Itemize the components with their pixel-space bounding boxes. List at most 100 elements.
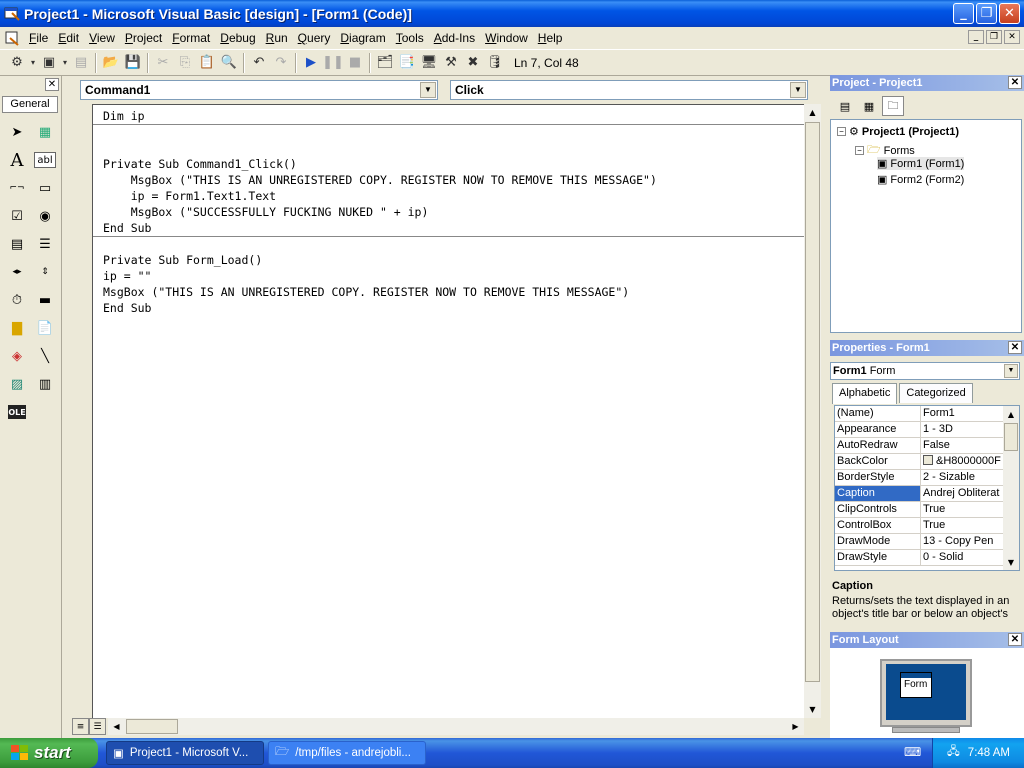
add-project-icon[interactable]: ⚙ [6,52,28,74]
dropdown-arrow-icon[interactable]: ▾ [28,52,38,74]
menu-file[interactable]: File [24,28,53,48]
data-view-icon[interactable]: 🛢 [484,52,506,74]
menu-diagram[interactable]: Diagram [335,28,390,48]
tab-categorized[interactable]: Categorized [899,383,973,403]
taskbar-item-files[interactable]: 🗁 /tmp/files - andrejobli... [268,741,426,765]
project-explorer-icon[interactable]: 🗂 [374,52,396,74]
commandbutton-icon[interactable]: ▭ [31,174,59,202]
chevron-down-icon[interactable]: ▼ [1004,364,1018,378]
paste-icon[interactable]: 📋 [196,52,218,74]
combobox-icon[interactable]: ▤ [3,230,31,258]
ole-icon[interactable]: OLE [8,405,26,419]
menu-editor-icon[interactable]: ▤ [70,52,92,74]
tree-node-project[interactable]: − ⚙ Project1 (Project1) [837,125,959,138]
property-row[interactable]: BackColor &H8000000F [835,454,1003,470]
toolbox-icon[interactable]: ✖ [462,52,484,74]
menu-window[interactable]: Window [480,28,533,48]
break-icon[interactable]: ❚❚ [322,52,344,74]
code-window-icon[interactable] [4,30,20,46]
scroll-up-icon[interactable]: ▲ [804,104,821,121]
end-icon[interactable]: ■ [344,52,366,74]
close-button[interactable]: ✕ [999,3,1020,24]
property-row[interactable]: ControlBox True [835,518,1003,534]
chevron-down-icon[interactable]: ▼ [790,82,806,98]
view-object-icon[interactable]: ▦ [858,96,880,116]
property-value[interactable]: 1 - 3D [921,422,1003,437]
optionbutton-icon[interactable]: ◉ [31,202,59,230]
start-button[interactable]: start [0,738,98,768]
scroll-down-icon[interactable]: ▼ [1003,554,1019,570]
chevron-down-icon[interactable]: ▼ [420,82,436,98]
keyboard-icon[interactable]: ⌨ [904,745,921,761]
line-icon[interactable]: ╲ [31,342,59,370]
scroll-thumb[interactable] [1004,423,1018,451]
listbox-icon[interactable]: ☰ [31,230,59,258]
vb-app-icon[interactable] [4,6,20,22]
code-horizontal-scrollbar[interactable]: ◀ ▶ [108,718,804,735]
property-value[interactable]: False [921,438,1003,453]
form-layout-icon[interactable]: 🖥 [418,52,440,74]
frame-icon[interactable]: ⌐¬ [3,174,31,202]
menu-debug[interactable]: Debug [215,28,260,48]
collapse-icon[interactable]: − [855,146,864,155]
procedure-view-icon[interactable]: ≡ [72,718,89,735]
form-layout-close-button[interactable]: ✕ [1008,633,1022,646]
properties-scrollbar[interactable]: ▲ ▼ [1003,406,1019,570]
toolbox-close-button[interactable]: ✕ [45,78,59,91]
property-value[interactable]: 0 - Solid [921,550,1003,565]
mdi-close-button[interactable]: ✕ [1004,30,1020,44]
drivelistbox-icon[interactable]: ▬ [31,286,59,314]
menu-tools[interactable]: Tools [391,28,429,48]
property-value[interactable]: True [921,518,1003,533]
clock[interactable]: 7:48 AM [968,747,1010,759]
procedure-combo[interactable]: Click ▼ [450,80,808,100]
code-editor[interactable]: Dim ip Private Sub Command1_Click() MsgB… [92,104,804,718]
toggle-folders-icon[interactable]: 🗀 [882,96,904,116]
menu-add-ins[interactable]: Add-Ins [429,28,480,48]
properties-object-combo[interactable]: Form1 Form ▼ [830,362,1020,380]
pointer-icon[interactable]: ➤ [3,118,31,146]
tree-node-form1[interactable]: ▣ Form1 (Form1) [877,157,965,170]
copy-icon[interactable]: ⎘ [174,52,196,74]
scroll-left-icon[interactable]: ◀ [108,718,125,735]
network-icon[interactable]: 🖧 [947,744,960,763]
project-close-button[interactable]: ✕ [1008,76,1022,89]
taskbar-item-vb[interactable]: ▣ Project1 - Microsoft V... [106,741,264,765]
scroll-thumb[interactable] [126,719,178,734]
property-row[interactable]: Appearance 1 - 3D [835,422,1003,438]
tab-alphabetic[interactable]: Alphabetic [832,383,898,404]
mdi-minimize-button[interactable]: _ [968,30,984,44]
property-value[interactable]: True [921,502,1003,517]
cut-icon[interactable]: ✂ [152,52,174,74]
shape-icon[interactable]: ◈ [3,342,31,370]
start-icon[interactable]: ▶ [300,52,322,74]
property-row[interactable]: DrawMode 13 - Copy Pen [835,534,1003,550]
textbox-icon[interactable]: abl [34,152,56,168]
full-module-view-icon[interactable]: ☰ [89,718,106,735]
properties-close-button[interactable]: ✕ [1008,341,1022,354]
code-vertical-scrollbar[interactable]: ▲ ▼ [804,104,821,718]
add-form-icon[interactable]: ▣ [38,52,60,74]
data-control-icon[interactable]: ▥ [31,370,59,398]
menu-query[interactable]: Query [293,28,336,48]
property-row[interactable]: ClipControls True [835,502,1003,518]
menu-project[interactable]: Project [120,28,167,48]
form-layout-preview[interactable]: Form [900,672,932,698]
open-icon[interactable]: 📂 [100,52,122,74]
property-value[interactable]: Form1 [921,406,1003,421]
property-value[interactable]: &H8000000F [921,454,1003,469]
property-row[interactable]: BorderStyle 2 - Sizable [835,470,1003,486]
maximize-button[interactable]: ❐ [976,3,997,24]
minimize-button[interactable]: _ [953,3,974,24]
property-value[interactable]: 2 - Sizable [921,470,1003,485]
menu-edit[interactable]: Edit [53,28,84,48]
dirlistbox-icon[interactable]: ▇ [3,314,31,342]
mdi-restore-button[interactable]: ❐ [986,30,1002,44]
scroll-right-icon[interactable]: ▶ [787,718,804,735]
property-row[interactable]: AutoRedraw False [835,438,1003,454]
object-browser-icon[interactable]: ⚒ [440,52,462,74]
redo-icon[interactable]: ↷ [270,52,292,74]
property-row-selected[interactable]: Caption Andrej Obliterat [835,486,1003,502]
toolbox-general-tab[interactable]: General [2,96,58,113]
menu-view[interactable]: View [84,28,120,48]
